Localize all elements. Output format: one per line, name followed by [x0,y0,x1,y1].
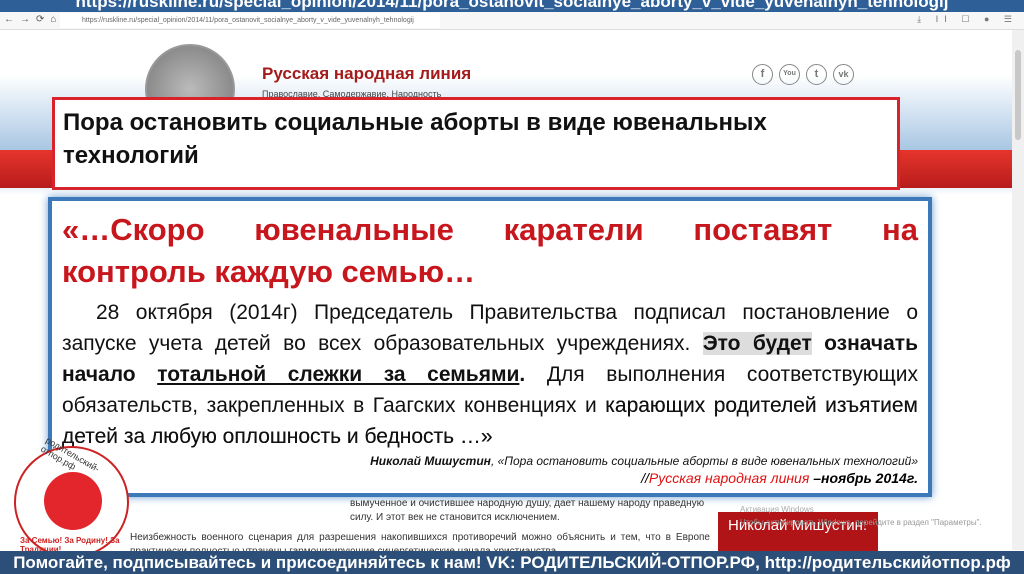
footer-banner: Помогайте, подписывайтесь и присоединяйт… [0,551,1024,574]
vk-icon[interactable]: vk [833,64,854,85]
banner-url-text: https://ruskline.ru/special_opinion/2014… [75,0,949,11]
quote-source: //Русская народная линия –ноябрь 2014г. [62,470,918,486]
source-date: –ноябрь 2014г. [809,470,918,486]
windows-activation-text: Чтобы активировать Windows, перейдите в … [740,518,982,527]
scrollbar[interactable] [1012,30,1024,550]
body-bold-end: . [519,363,547,386]
parent-resistance-logo: родительский-отпор.рф За Семью! За Родин… [14,435,129,558]
scrollbar-thumb[interactable] [1015,50,1021,140]
twitter-icon[interactable]: t [806,64,827,85]
browser-toolbar: ←→⟳⌂ https://ruskline.ru/special_opinion… [0,12,1024,30]
source-prefix: // [641,470,649,486]
article-paragraph-1: вымученное и очистившее народную душу, д… [350,498,705,523]
quote-author: Николай Мишустин, «Пора остановить социа… [62,454,918,468]
headline-line-1: «…Скоро ювенальные каратели поставят на [62,212,918,247]
social-links: f You t vk [752,64,854,85]
address-bar[interactable]: https://ruskline.ru/special_opinion/2014… [60,13,440,28]
quote-headline: «…Скоро ювенальные каратели поставят на … [62,209,918,293]
body-underline: тотальной слежки за семьями [157,363,520,386]
author-name: Николай Мишустин [370,454,491,468]
headline-line-2: контроль каждую семью… [62,254,476,289]
toolbar-icons[interactable]: ⤓ ⅠⅠ ☐ ● ☰ [917,14,1018,25]
article-body-behind: вымученное и очистившее народную душу, д… [130,497,710,559]
site-title[interactable]: Русская народная линия [262,64,471,84]
author-article: , «Пора остановить социальные аборты в в… [490,454,918,468]
source-name: Русская народная линия [648,470,810,486]
nav-buttons[interactable]: ←→⟳⌂ [4,14,62,25]
quote-box: «…Скоро ювенальные каратели поставят на … [48,197,932,497]
youtube-icon[interactable]: You [779,64,800,85]
windows-activation-title: Активация Windows [740,505,814,514]
body-highlight: Это будет [702,332,812,355]
url-banner: https://ruskline.ru/special_opinion/2014… [0,0,1024,12]
facebook-icon[interactable]: f [752,64,773,85]
article-title: Пора остановить социальные аборты в виде… [52,97,900,190]
quote-body: 28 октября (2014г) Председатель Правител… [62,297,918,452]
